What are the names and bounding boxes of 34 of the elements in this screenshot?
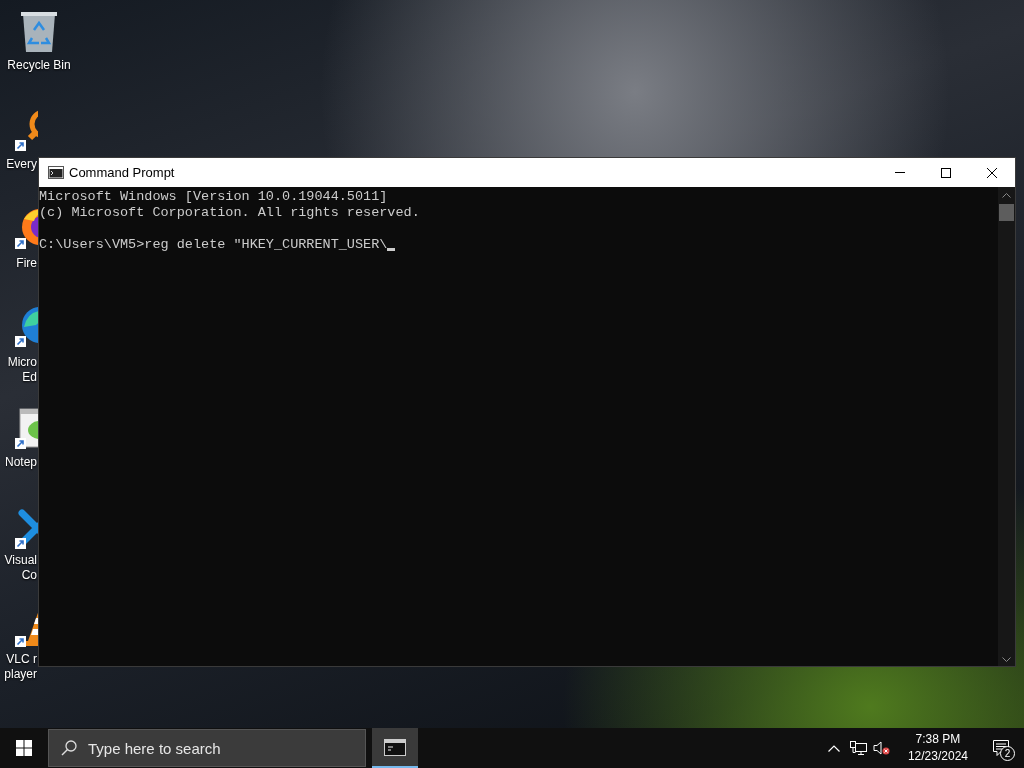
console-line: (c) Microsoft Corporation. All rights reserved. [39, 205, 420, 221]
console-icon [48, 166, 64, 179]
console-line: Microsoft Windows [Version 10.0.19044.5011] [39, 189, 388, 205]
network-icon[interactable] [849, 741, 867, 755]
console-icon [384, 738, 406, 756]
console-line: C:\Users\VM5>reg delete "HKEY_CURRENT_USER\ [39, 237, 388, 253]
desktop-icon-label[interactable]: VLC r player [0, 652, 37, 682]
windows-logo-icon [16, 740, 32, 756]
clock-time: 7:38 PM [915, 731, 961, 748]
message-icon [993, 740, 1009, 756]
desktop-icon-label[interactable]: Recycle Bin [4, 58, 74, 73]
scrollbar[interactable] [998, 187, 1015, 666]
close-icon [987, 167, 997, 178]
desktop-icon-label[interactable]: Every [0, 157, 37, 172]
notification-count: 2 [1000, 746, 1015, 761]
desktop-icon-label[interactable]: Fire [0, 256, 37, 271]
maximize-icon [941, 167, 951, 178]
search-icon [61, 740, 77, 756]
clock[interactable]: 7:38 PM 12/23/2024 [903, 731, 972, 765]
desktop-icon-label[interactable]: Visual Co [0, 553, 37, 583]
scroll-up-icon [1002, 193, 1011, 198]
speaker-icon[interactable] [872, 741, 890, 755]
search-field[interactable]: Type here to search [48, 729, 366, 767]
taskbar-app-button[interactable] [372, 728, 418, 768]
scrollbar-thumb[interactable] [999, 204, 1014, 221]
clock-date: 12/23/2024 [907, 748, 968, 765]
notepad-icon[interactable] [14, 405, 38, 449]
scroll-down-icon [1002, 657, 1011, 662]
desktop-icon-label[interactable]: Notep [0, 455, 37, 470]
chevron-up-icon[interactable] [827, 744, 840, 752]
notifications-button[interactable]: 2 [978, 728, 1024, 768]
minimize-icon [895, 172, 905, 173]
window-title: Command Prompt [69, 163, 175, 182]
desktop-icon-label[interactable]: Micro Ed [0, 355, 37, 385]
